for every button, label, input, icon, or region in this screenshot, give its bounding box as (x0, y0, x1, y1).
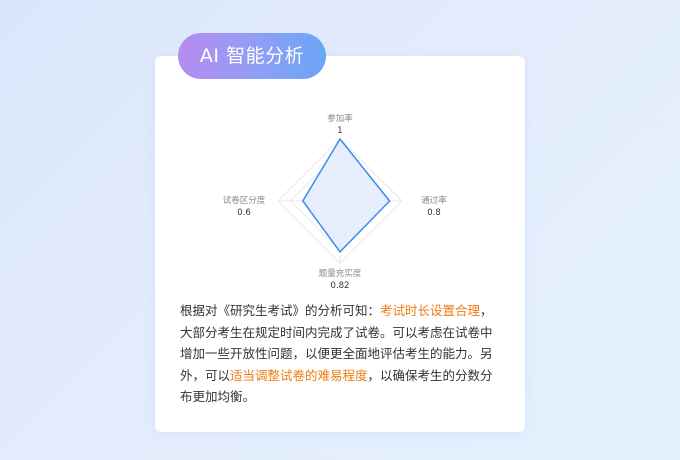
summary-text-1: 根据对《研究生考试》的分析可知： (180, 303, 381, 318)
radar-value-label: 0.8 (427, 208, 441, 218)
analysis-summary: 根据对《研究生考试》的分析可知：考试时长设置合理，大部分考生在规定时间内完成了试… (180, 300, 502, 408)
radar-axis-label: 参加率 (327, 113, 353, 124)
radar-axis-label: 题量充实度 (319, 268, 362, 279)
radar-axis-label: 试卷区分度 (223, 195, 266, 206)
radar-axis-label: 通过率 (421, 195, 447, 206)
radar-value-label: 0.82 (331, 281, 350, 291)
radar-chart: 参加率 1 通过率 0.8 题量充实度 0.82 试卷区分度 0.6 (223, 113, 448, 291)
summary-highlight-difficulty: 适当调整试卷的难易程度 (230, 367, 368, 383)
summary-highlight-duration: 考试时长设置合理 (380, 303, 481, 318)
radar-data-area (301, 137, 391, 253)
ai-analysis-badge: AI 智能分析 (178, 33, 326, 79)
radar-value-label: 0.6 (237, 208, 251, 218)
radar-value-label: 1 (337, 126, 342, 136)
